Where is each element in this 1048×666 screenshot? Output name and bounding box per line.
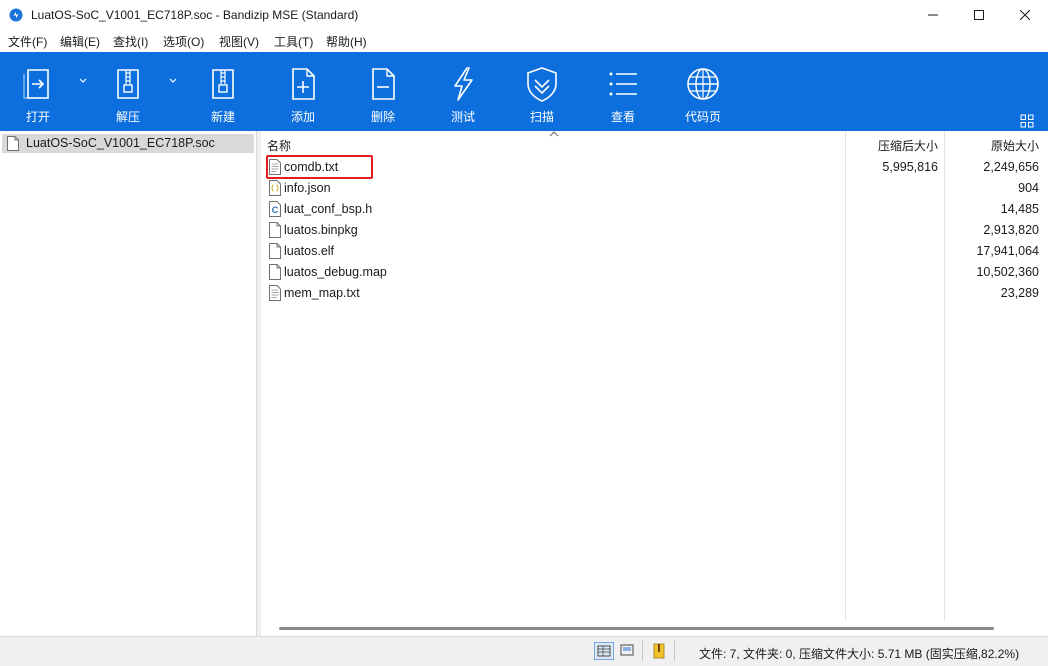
close-icon bbox=[1020, 10, 1030, 20]
generic-file-icon bbox=[269, 264, 281, 280]
generic-file-icon bbox=[269, 243, 281, 259]
delete-label: 删除 bbox=[370, 110, 395, 124]
view-list-icon bbox=[609, 72, 637, 96]
preview-view-icon bbox=[620, 644, 634, 656]
add-label: 添加 bbox=[290, 110, 315, 124]
original-size: 14,485 bbox=[1000, 202, 1039, 216]
toolbar: 打开 解压 新建 添加 删除 测试 扫描 查看 代码页 bbox=[0, 52, 1048, 131]
tree-item-archive[interactable]: LuatOS-SoC_V1001_EC718P.soc bbox=[2, 134, 254, 153]
codepage-globe-icon bbox=[687, 68, 719, 100]
svg-text:C: C bbox=[272, 205, 279, 215]
menu-tools[interactable]: 工具(T) bbox=[274, 33, 313, 50]
horizontal-scrollbar[interactable] bbox=[261, 621, 1048, 636]
add-button[interactable]: 添加 bbox=[268, 52, 338, 131]
open-icon bbox=[23, 69, 49, 99]
extract-dropdown-chevron-icon[interactable] bbox=[168, 76, 178, 86]
test-button[interactable]: 测试 bbox=[428, 52, 498, 131]
file-name: info.json bbox=[284, 181, 331, 195]
original-size: 10,502,360 bbox=[976, 265, 1039, 279]
text-file-icon bbox=[269, 285, 281, 301]
generic-file-icon bbox=[269, 222, 281, 238]
extract-button[interactable]: 解压 bbox=[93, 52, 163, 131]
minimize-icon bbox=[928, 14, 938, 16]
column-header-compressed-size[interactable]: 压缩后大小 bbox=[878, 137, 938, 154]
table-row[interactable]: luatos.elf 17,941,064 bbox=[261, 241, 1048, 262]
view-button[interactable]: 查看 bbox=[588, 52, 658, 131]
test-label: 测试 bbox=[450, 110, 475, 124]
menu-edit[interactable]: 编辑(E) bbox=[60, 33, 100, 50]
extract-label: 解压 bbox=[115, 110, 140, 124]
menu-view[interactable]: 视图(V) bbox=[219, 33, 259, 50]
maximize-button[interactable] bbox=[956, 0, 1002, 30]
file-name: luatos.elf bbox=[284, 244, 335, 258]
column-header-original-size[interactable]: 原始大小 bbox=[991, 137, 1039, 154]
original-size: 23,289 bbox=[1000, 286, 1039, 300]
file-name: luatos.binpkg bbox=[284, 223, 358, 237]
sort-ascending-icon bbox=[549, 131, 559, 137]
new-archive-icon bbox=[212, 69, 234, 99]
open-button[interactable]: 打开 bbox=[3, 52, 73, 131]
scan-button[interactable]: 扫描 bbox=[507, 52, 577, 131]
table-row[interactable]: mem_map.txt 23,289 bbox=[261, 283, 1048, 304]
scan-shield-icon bbox=[527, 67, 557, 102]
menu-find[interactable]: 查找(I) bbox=[113, 33, 148, 50]
archive-info-button[interactable] bbox=[650, 642, 670, 660]
compressed-size: 5,995,816 bbox=[882, 160, 938, 174]
tree-item-label: LuatOS-SoC_V1001_EC718P.soc bbox=[26, 136, 215, 150]
scan-label: 扫描 bbox=[529, 110, 554, 124]
original-size: 2,249,656 bbox=[983, 160, 1039, 174]
menu-options[interactable]: 选项(O) bbox=[163, 33, 204, 50]
table-row[interactable]: info.json 904 bbox=[261, 178, 1048, 199]
status-text: 文件: 7, 文件夹: 0, 压缩文件大小: 5.71 MB (固实压缩,82.… bbox=[699, 647, 1020, 661]
delete-button[interactable]: 删除 bbox=[348, 52, 418, 131]
table-row[interactable]: luatos_debug.map 10,502,360 bbox=[261, 262, 1048, 283]
archive-info-icon bbox=[653, 643, 665, 659]
open-dropdown-chevron-icon[interactable] bbox=[78, 76, 88, 86]
column-header-name[interactable]: 名称 bbox=[267, 137, 291, 154]
original-size: 17,941,064 bbox=[976, 244, 1039, 258]
codepage-button[interactable]: 代码页 bbox=[668, 52, 738, 131]
open-label: 打开 bbox=[25, 110, 50, 124]
menu-file[interactable]: 文件(F) bbox=[8, 33, 47, 50]
new-archive-button[interactable]: 新建 bbox=[188, 52, 258, 131]
file-name: mem_map.txt bbox=[284, 286, 360, 300]
view-label: 查看 bbox=[610, 110, 635, 124]
details-view-icon bbox=[597, 645, 611, 657]
original-size: 904 bbox=[1018, 181, 1039, 195]
extract-icon bbox=[117, 69, 139, 99]
maximize-icon bbox=[974, 10, 984, 20]
layout-toggle-icon[interactable] bbox=[1020, 114, 1034, 128]
details-view-button[interactable] bbox=[594, 642, 614, 660]
table-row[interactable]: luatos.binpkg 2,913,820 bbox=[261, 220, 1048, 241]
delete-file-icon bbox=[372, 68, 395, 100]
file-name: luat_conf_bsp.h bbox=[284, 202, 373, 216]
add-file-icon bbox=[292, 68, 315, 100]
scrollbar-thumb[interactable] bbox=[279, 627, 994, 630]
new-archive-label: 新建 bbox=[210, 110, 235, 124]
status-bar: 文件: 7, 文件夹: 0, 压缩文件大小: 5.71 MB (固实压缩,82.… bbox=[0, 636, 1048, 666]
original-size: 2,913,820 bbox=[983, 223, 1039, 237]
status-divider bbox=[642, 641, 643, 661]
file-name: luatos_debug.map bbox=[284, 265, 387, 279]
json-file-icon bbox=[269, 180, 281, 196]
close-button[interactable] bbox=[1002, 0, 1048, 30]
menu-help[interactable]: 帮助(H) bbox=[326, 33, 367, 50]
title-bar: LuatOS-SoC_V1001_EC718P.soc - Bandizip M… bbox=[0, 0, 1048, 30]
table-row[interactable]: comdb.txt 5,995,816 2,249,656 bbox=[261, 157, 1048, 178]
c-header-file-icon: C bbox=[269, 201, 281, 217]
menu-bar: 文件(F) 编辑(E) 查找(I) 选项(O) 视图(V) 工具(T) 帮助(H… bbox=[0, 30, 1048, 52]
archive-file-icon bbox=[7, 136, 19, 151]
status-divider bbox=[674, 641, 675, 661]
archive-tree-pane: LuatOS-SoC_V1001_EC718P.soc bbox=[0, 131, 257, 636]
test-lightning-icon bbox=[454, 67, 473, 101]
window-title: LuatOS-SoC_V1001_EC718P.soc - Bandizip M… bbox=[31, 8, 359, 22]
minimize-button[interactable] bbox=[910, 0, 956, 30]
table-row[interactable]: C luat_conf_bsp.h 14,485 bbox=[261, 199, 1048, 220]
codepage-label: 代码页 bbox=[684, 110, 721, 124]
bandizip-app-icon bbox=[9, 8, 23, 22]
highlight-box bbox=[266, 155, 373, 179]
preview-view-button[interactable] bbox=[618, 642, 638, 660]
file-list-pane: 名称 压缩后大小 原始大小 comdb.txt 5,995,816 2,249,… bbox=[261, 131, 1048, 636]
